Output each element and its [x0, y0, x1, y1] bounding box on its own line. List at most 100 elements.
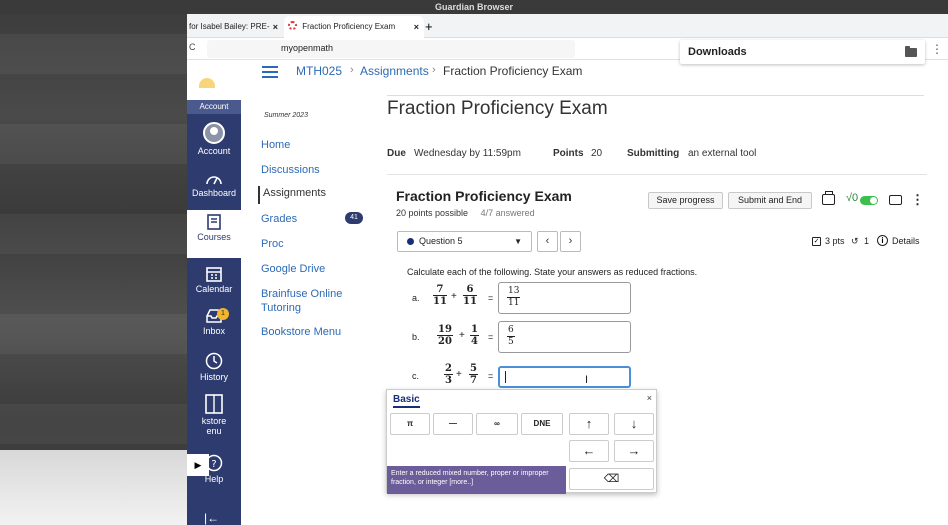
- nav-label: Tutoring: [261, 302, 301, 314]
- key-fraction[interactable]: —: [433, 413, 473, 435]
- answer-input-b[interactable]: 65: [498, 321, 631, 353]
- fraction: 6 11: [463, 284, 477, 307]
- breadcrumb-course[interactable]: MTH025: [296, 64, 342, 78]
- collapse-nav-icon[interactable]: |←: [204, 511, 219, 525]
- close-icon[interactable]: ×: [273, 16, 278, 38]
- nav-bookstore-menu[interactable]: kstore enu: [187, 394, 241, 436]
- tab-active[interactable]: Fraction Proficiency Exam ×: [284, 16, 424, 38]
- save-progress-button[interactable]: Save progress: [648, 192, 723, 209]
- course-nav-grades[interactable]: Grades: [261, 212, 297, 226]
- course-nav-proc[interactable]: Proc: [261, 237, 284, 251]
- browser-menu-icon[interactable]: ⋮: [931, 42, 943, 56]
- sqrt-icon: √0: [846, 192, 859, 204]
- hamburger-menu-icon[interactable]: [262, 66, 278, 78]
- keypad-tab-basic[interactable]: Basic: [393, 394, 420, 408]
- screen: Guardian Browser for Isabel Bailey: PRE-…: [0, 0, 948, 525]
- down-arrow-key[interactable]: ↓: [614, 413, 654, 435]
- up-arrow-key[interactable]: ↑: [569, 413, 609, 435]
- equals-sign: =: [488, 371, 494, 381]
- mail-icon[interactable]: [889, 195, 902, 205]
- play-icon[interactable]: ▶: [187, 454, 209, 476]
- course-nav-bookstore[interactable]: Bookstore Menu: [261, 325, 341, 339]
- key-dne[interactable]: DNE: [521, 413, 563, 435]
- nav-label: enu: [206, 426, 222, 436]
- canvas-logo-icon: [288, 21, 297, 30]
- breadcrumb-current: Fraction Proficiency Exam: [443, 64, 583, 78]
- details-link[interactable]: Details: [892, 236, 920, 246]
- reload-icon[interactable]: C: [189, 42, 196, 52]
- divider: [387, 95, 924, 96]
- exam-title: Fraction Proficiency Exam: [396, 188, 572, 204]
- nav-calendar[interactable]: Calendar: [187, 266, 241, 294]
- left-arrow-key[interactable]: ←: [569, 440, 609, 462]
- more-options-icon[interactable]: ⋮: [911, 192, 924, 208]
- submit-and-end-button[interactable]: Submit and End: [728, 192, 812, 209]
- breadcrumb-assignments[interactable]: Assignments: [360, 64, 429, 78]
- nav-label: Courses: [197, 232, 231, 242]
- part-letter: a.: [412, 293, 420, 303]
- math-entry-toggle[interactable]: [860, 196, 878, 205]
- plus-sign: +: [459, 330, 465, 341]
- nav-account[interactable]: Account: [187, 122, 241, 156]
- nav-courses[interactable]: Courses: [187, 210, 241, 258]
- backspace-key[interactable]: ⌫: [569, 468, 654, 490]
- right-arrow-key[interactable]: →: [614, 440, 654, 462]
- avatar: [203, 122, 225, 144]
- account-tooltip: Account: [187, 100, 241, 114]
- next-question-button[interactable]: ›: [560, 231, 581, 252]
- institution-logo[interactable]: [187, 60, 241, 100]
- nav-dashboard[interactable]: Dashboard: [187, 172, 241, 198]
- grades-badge: 41: [345, 212, 363, 224]
- answer-fraction: 13 11: [507, 286, 521, 308]
- points-value: 20: [591, 148, 603, 159]
- svg-text:?: ?: [211, 459, 216, 470]
- course-nav-google-drive[interactable]: Google Drive: [261, 262, 325, 276]
- blurred-background-light: [0, 450, 187, 525]
- tab-bar: for Isabel Bailey: PRE- × Fraction Profi…: [187, 14, 948, 38]
- retry-icon: ↺: [851, 236, 859, 246]
- input-hint[interactable]: Enter a reduced mixed number, proper or …: [387, 466, 566, 494]
- close-icon[interactable]: ×: [647, 393, 652, 403]
- nav-inbox[interactable]: 1 Inbox: [187, 308, 241, 336]
- nav-label: History: [199, 372, 228, 382]
- answer-input-c[interactable]: [498, 366, 631, 388]
- folder-icon[interactable]: [905, 46, 917, 57]
- courses-icon: [207, 214, 221, 230]
- question-select[interactable]: Question 5 ▼: [397, 231, 532, 252]
- nav-history[interactable]: History: [187, 352, 241, 382]
- key-infinity[interactable]: ∞: [476, 413, 518, 435]
- answer-fraction: 65: [507, 325, 515, 347]
- course-nav-assignments[interactable]: Assignments: [258, 186, 326, 204]
- divider: [387, 174, 927, 175]
- mouse-cursor-icon: I: [585, 374, 589, 386]
- os-window-title: Guardian Browser: [0, 0, 948, 14]
- close-icon[interactable]: ×: [414, 16, 419, 38]
- equals-sign: =: [488, 332, 494, 342]
- course-nav-home[interactable]: Home: [261, 138, 290, 152]
- previous-question-button[interactable]: ‹: [537, 231, 558, 252]
- nav-label: Dashboard: [191, 188, 237, 198]
- info-icon[interactable]: i: [877, 235, 888, 246]
- nav-label: Brainfuse Online: [261, 288, 343, 300]
- printer-icon[interactable]: [822, 191, 835, 205]
- new-tab-button[interactable]: +: [425, 16, 433, 38]
- blurred-background-window: [0, 14, 187, 525]
- checkbox-icon: ✓: [812, 237, 821, 246]
- key-pi[interactable]: π: [390, 413, 430, 435]
- course-nav-brainfuse[interactable]: Brainfuse Online Tutoring: [261, 287, 342, 315]
- equals-sign: =: [488, 293, 494, 303]
- url-text: myopenmath: [281, 43, 334, 53]
- answer-input-a[interactable]: 13 11: [498, 282, 631, 314]
- fraction: 57: [469, 363, 478, 386]
- due-label: Due: [387, 148, 406, 159]
- fraction: 23: [444, 363, 453, 386]
- question-status-icon: [407, 238, 414, 245]
- course-nav: Summer 2023 Home Discussions Assignments…: [241, 102, 371, 402]
- calendar-icon: [206, 267, 222, 282]
- tab-previous[interactable]: for Isabel Bailey: PRE- ×: [187, 16, 283, 38]
- history-icon: [205, 352, 223, 370]
- course-nav-discussions[interactable]: Discussions: [261, 163, 320, 177]
- address-bar[interactable]: myopenmath: [207, 40, 575, 58]
- fraction: 14: [470, 324, 479, 347]
- nav-label: Account: [197, 146, 231, 156]
